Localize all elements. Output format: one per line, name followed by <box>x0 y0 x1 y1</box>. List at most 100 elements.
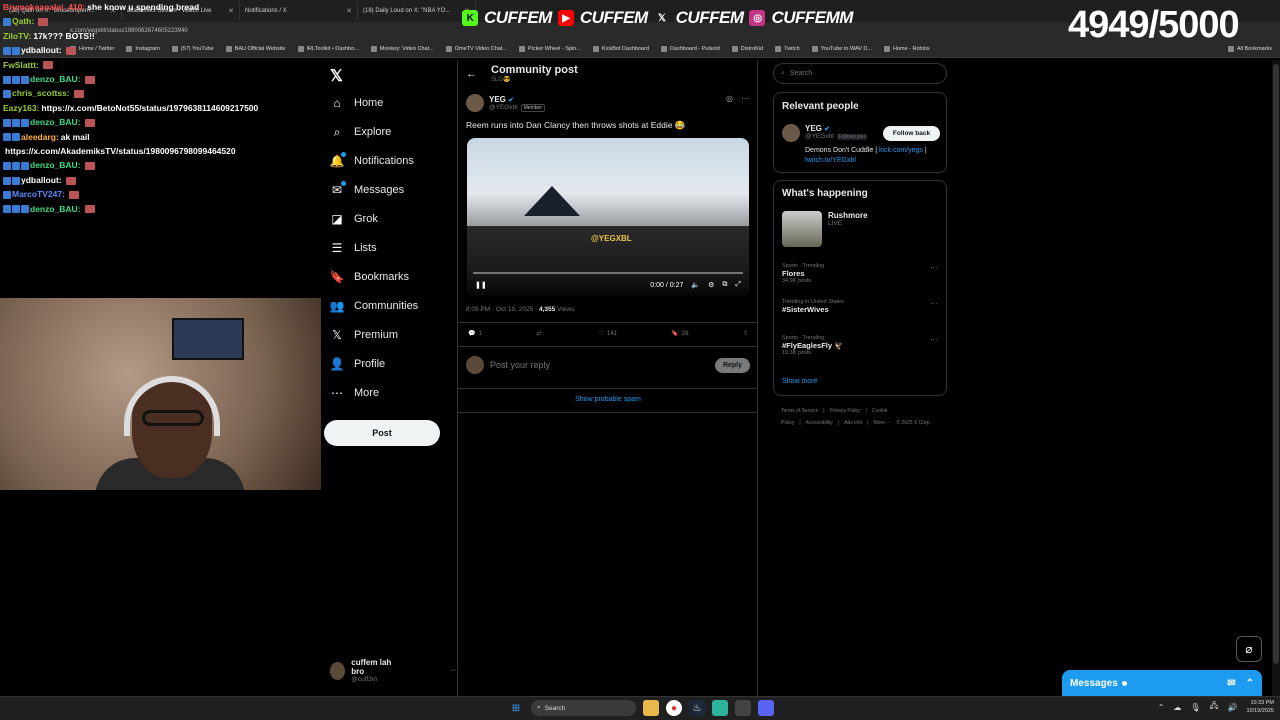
chat-username[interactable]: aleedarg: <box>21 132 59 142</box>
clock[interactable]: 10:33 PM 10/19/2025 <box>1246 699 1274 715</box>
community-name[interactable]: SLG😎 <box>491 76 578 83</box>
video-player[interactable]: @YEGXBL ❚❚ 0:00 / 0:27 🔈 ⚙ ⧉ ⤢ <box>467 138 749 296</box>
reply-button[interactable]: Reply <box>714 357 750 373</box>
follow-back-button[interactable]: Follow back <box>883 126 940 141</box>
sidebar-item-profile[interactable]: 👤 Profile <box>330 357 386 371</box>
bio-link[interactable]: kick.com/yegs <box>879 147 923 154</box>
sidebar-item-home[interactable]: ⌂ Home <box>330 96 383 110</box>
bookmark-item[interactable]: Monkey: Video Chat... <box>370 45 434 52</box>
trend-item[interactable]: Sports · Trending #FlyEaglesFly 🦅 19.3K po… <box>782 335 942 356</box>
footer-link[interactable]: Accessibility <box>806 420 833 426</box>
app-icon[interactable] <box>712 700 728 716</box>
post-timestamp[interactable]: 8:05 PM · Oct 19, 2025 · <box>466 306 537 313</box>
bookmark-item[interactable]: Picker Wheel - Spin... <box>518 45 581 52</box>
search-input[interactable]: ⌕ Search <box>773 63 947 84</box>
more-dots-icon[interactable]: ··· <box>930 335 938 344</box>
steam-icon[interactable]: ♨ <box>689 700 705 716</box>
pip-icon[interactable]: ⧉ <box>722 281 727 289</box>
grok-icon[interactable]: ⌀ <box>1236 636 1262 662</box>
volume-icon[interactable]: 🔈 <box>691 281 700 289</box>
network-icon[interactable]: 🖧 <box>1210 700 1219 714</box>
reply-input[interactable]: Post your reply <box>490 360 709 370</box>
bookmark-item[interactable]: Twitch <box>775 45 800 52</box>
chat-username[interactable]: chris_scottss: <box>12 88 70 98</box>
app-icon[interactable] <box>735 700 751 716</box>
bookmark-item[interactable]: KickBot Dashboard <box>592 45 649 52</box>
sidebar-item-bookmarks[interactable]: 🔖 Bookmarks <box>330 270 410 284</box>
discord-icon[interactable] <box>758 700 774 716</box>
browser-tab[interactable]: (18) Daily Loud on X: "NBA YO...✕ <box>358 2 476 20</box>
sidebar-item-communities[interactable]: 👥 Communities <box>330 299 419 313</box>
reply-action[interactable]: 💬 1 <box>468 330 482 338</box>
sidebar-item-messages[interactable]: ✉ Messages <box>330 181 404 197</box>
fullscreen-icon[interactable]: ⤢ <box>735 281 741 289</box>
avatar[interactable] <box>466 94 484 112</box>
grok-icon[interactable]: ◎ <box>726 94 733 103</box>
close-icon[interactable]: ✕ <box>346 7 352 15</box>
scrollbar-thumb[interactable] <box>1273 64 1279 664</box>
person-name[interactable]: YEG <box>805 124 822 133</box>
show-more-link[interactable]: Show more <box>782 378 817 385</box>
mic-icon[interactable]: 🎙 <box>1190 703 1200 712</box>
footer-link[interactable]: Terms of Service <box>781 408 818 414</box>
taskbar-search[interactable]: ⌕ Search <box>531 700 636 716</box>
bookmark-item[interactable]: Dashboard - Pulsoid <box>660 45 720 52</box>
chat-username[interactable]: denzo_BAU: <box>30 117 81 127</box>
x-logo-icon[interactable]: 𝕏 <box>330 66 343 86</box>
sidebar-item-lists[interactable]: ☰ Lists <box>330 241 377 255</box>
live-item[interactable]: Rushmore LIVE <box>782 211 868 247</box>
more-dots-icon[interactable]: ··· <box>741 94 749 103</box>
author-handle[interactable]: @YEGxbl <box>489 104 518 111</box>
sidebar-item-more[interactable]: ⋯ More <box>330 386 379 400</box>
repost-action[interactable]: ⇄ <box>536 330 544 337</box>
trend-item[interactable]: Trending in United States #SisterWives ··· <box>782 299 942 314</box>
chat-username[interactable]: FwSlattt: <box>3 60 39 70</box>
bookmark-item[interactable]: DistroKid <box>731 45 763 52</box>
chat-username[interactable]: denzo_BAU: <box>30 74 81 84</box>
messages-drawer[interactable]: Messages ✉ ⌃ <box>1062 670 1262 696</box>
chat-username[interactable]: Brymokeaoalai_410: <box>3 2 85 12</box>
bookmark-item[interactable]: YouTube to WAV D... <box>811 45 872 52</box>
sidebar-item-premium[interactable]: 𝕏 Premium <box>330 328 398 342</box>
post-author[interactable]: YEG ✔ @YEGxbl Member <box>466 94 545 112</box>
chat-username[interactable]: denzo_BAU: <box>30 160 81 170</box>
person-handle[interactable]: @YEGxbl <box>805 133 834 140</box>
trend-item[interactable]: Sports · Trending Flores 34.9K posts ··· <box>782 263 942 284</box>
chat-username[interactable]: denzo_BAU: <box>30 204 81 214</box>
author-name[interactable]: YEG <box>489 95 506 104</box>
like-action[interactable]: ♡ 141 <box>599 330 617 338</box>
chevron-up-icon[interactable]: ⌃ <box>1158 703 1165 712</box>
windows-start-icon[interactable]: ⊞ <box>508 700 524 716</box>
more-dots-icon[interactable]: ··· <box>930 263 938 272</box>
footer-link[interactable]: © 2025 X Corp. <box>896 420 931 426</box>
back-arrow-icon[interactable]: ← <box>466 68 477 80</box>
account-switcher[interactable]: cuffem lah bro @cuff3m ··· <box>330 658 457 683</box>
chevron-up-icon[interactable]: ⌃ <box>1246 678 1254 689</box>
post-button[interactable]: Post <box>324 420 440 446</box>
chrome-icon[interactable]: ● <box>666 700 682 716</box>
reply-composer[interactable]: Post your reply Reply <box>466 356 750 374</box>
avatar[interactable] <box>782 124 800 142</box>
volume-icon[interactable]: 🔊 <box>1228 703 1238 712</box>
pause-icon[interactable]: ❚❚ <box>475 281 487 289</box>
footer-link[interactable]: Privacy Policy <box>830 408 861 414</box>
new-message-icon[interactable]: ✉ <box>1227 678 1235 689</box>
folder-icon[interactable] <box>643 700 659 716</box>
bookmark-item[interactable]: Home - Roblox <box>883 45 930 52</box>
sidebar-item-explore[interactable]: ⌕ Explore <box>330 125 392 139</box>
more-dots-icon[interactable]: ··· <box>930 299 938 308</box>
chat-username[interactable]: Eazy163: <box>3 103 39 113</box>
share-action[interactable]: ⇪ <box>743 330 748 337</box>
sidebar-item-notifications[interactable]: 🔔 Notifications <box>330 152 414 168</box>
more-dots-icon[interactable]: ··· <box>450 667 457 674</box>
cloud-icon[interactable]: ☁ <box>1173 703 1181 712</box>
bookmark-item[interactable]: OmeTV Video Chat... <box>445 45 507 52</box>
chat-username[interactable]: ydballout: <box>21 175 62 185</box>
settings-icon[interactable]: ⚙ <box>708 281 714 289</box>
footer-link[interactable]: More ··· <box>874 420 892 426</box>
chat-username[interactable]: ydballout: <box>21 45 62 55</box>
sidebar-item-grok[interactable]: ◪ Grok <box>330 212 378 226</box>
chat-username[interactable]: Qath: <box>12 16 34 26</box>
chat-username[interactable]: MarcoTV247: <box>12 189 65 199</box>
footer-link[interactable]: Ads info <box>844 420 862 426</box>
